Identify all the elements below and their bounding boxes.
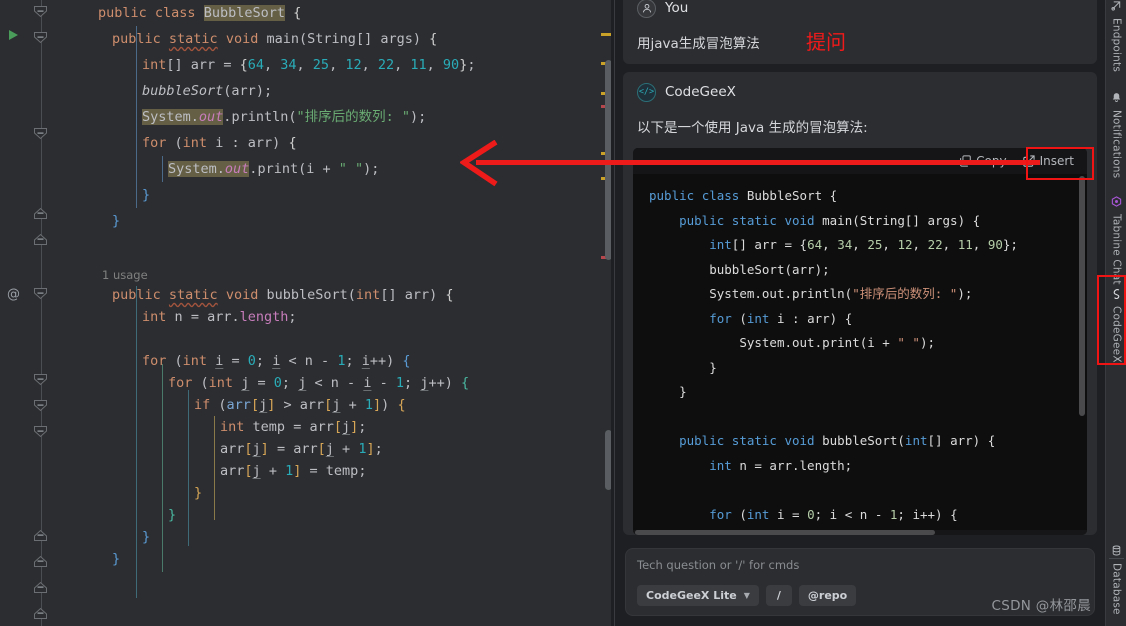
chat-input-placeholder[interactable]: Tech question or '/' for cmds (637, 558, 1084, 576)
code-editor-pane: @ public class BubbleSort { public stati… (0, 0, 614, 626)
run-gutter: @ (0, 0, 30, 626)
tool-label-notifications: Notifications (1110, 110, 1123, 179)
bot-intro-text: 以下是一个使用 Java 生成的冒泡算法: (637, 120, 868, 136)
tool-item-endpoints[interactable]: Endpoints (1106, 0, 1126, 72)
ide-window: @ public class BubbleSort { public stati… (0, 0, 1126, 626)
tool-item-tabnine-chat[interactable]: Tabnine Chat (1106, 196, 1126, 285)
chat-message-bot: </> CodeGeeX 以下是一个使用 Java 生成的冒泡算法: Copy (623, 72, 1097, 535)
chat-input-toolbar: CodeGeeX Lite ▼ / @repo (637, 585, 1084, 606)
chevron-down-icon: ▼ (743, 591, 750, 600)
codegeex-chat-panel: You 用java生成冒泡算法 </> CodeGeeX 以下是一个使用 Jav… (614, 0, 1105, 626)
bot-name: CodeGeeX (665, 84, 736, 100)
fold-expand-icon[interactable] (33, 607, 48, 620)
code-block-scroll-thumb[interactable] (1079, 176, 1085, 416)
model-label: CodeGeeX Lite (646, 589, 737, 602)
code-block-hscroll-thumb[interactable] (635, 530, 935, 535)
code-block-card: Copy Insert public class BubbleSort {pu… (633, 148, 1087, 535)
endpoints-icon (1111, 0, 1122, 14)
at-marker-icon[interactable]: @ (7, 288, 20, 301)
fold-collapse-icon[interactable] (33, 425, 48, 438)
fold-expand-icon[interactable] (33, 233, 48, 246)
copy-icon (960, 155, 971, 167)
bell-icon (1111, 92, 1122, 106)
user-name: You (665, 0, 689, 16)
model-selector[interactable]: CodeGeeX Lite ▼ (637, 585, 759, 606)
person-icon (637, 0, 656, 18)
fold-expand-icon[interactable] (33, 207, 48, 220)
fold-collapse-icon[interactable] (33, 373, 48, 386)
fold-expand-icon[interactable] (33, 529, 48, 542)
fold-expand-icon[interactable] (33, 581, 48, 594)
person-glyph (642, 3, 651, 13)
code-block-content[interactable]: public class BubbleSort { public static … (633, 174, 1087, 535)
chat-message-list[interactable]: You 用java生成冒泡算法 </> CodeGeeX 以下是一个使用 Jav… (615, 0, 1105, 540)
user-message-text: 用java生成冒泡算法 (637, 36, 760, 52)
bot-message-header: </> CodeGeeX (637, 82, 1083, 102)
copy-button[interactable]: Copy (955, 152, 1011, 170)
fold-collapse-icon[interactable] (33, 399, 48, 412)
repo-label: @repo (807, 589, 848, 602)
code-block-hscrollbar[interactable] (633, 530, 1087, 535)
annotation-box-insert (1026, 147, 1094, 180)
fold-collapse-icon[interactable] (33, 31, 48, 44)
annotation-box-codegeex-tab (1097, 275, 1126, 365)
fold-collapse-icon[interactable] (33, 127, 48, 140)
fold-gutter (30, 0, 52, 626)
tool-label-database: Database (1110, 563, 1123, 615)
copy-label: Copy (976, 154, 1007, 168)
editor-code-area[interactable]: public class BubbleSort { public static … (52, 0, 614, 626)
tool-item-notifications[interactable]: Notifications (1106, 92, 1126, 178)
fold-collapse-icon[interactable] (33, 287, 48, 300)
code-block-toolbar: Copy Insert (633, 148, 1087, 174)
fold-collapse-icon[interactable] (33, 5, 48, 18)
chat-input-box[interactable]: Tech question or '/' for cmds CodeGeeX L… (625, 548, 1095, 616)
repo-context-button[interactable]: @repo (798, 585, 857, 606)
tabnine-icon (1111, 196, 1122, 210)
chat-input-area: Tech question or '/' for cmds CodeGeeX L… (615, 540, 1105, 626)
code-brackets-icon: </> (637, 82, 656, 102)
fold-expand-icon[interactable] (33, 555, 48, 568)
code-block-scrollbar[interactable] (1079, 176, 1085, 531)
run-triangle-icon[interactable] (9, 30, 18, 40)
slash-command-button[interactable]: / (765, 585, 792, 606)
slash-label: / (776, 589, 781, 602)
tool-item-database[interactable]: Database (1106, 545, 1126, 615)
database-icon (1111, 545, 1122, 559)
tool-label-endpoints: Endpoints (1110, 18, 1123, 73)
user-message-header: You (637, 0, 1083, 18)
chat-message-user: You 用java生成冒泡算法 (623, 0, 1097, 64)
